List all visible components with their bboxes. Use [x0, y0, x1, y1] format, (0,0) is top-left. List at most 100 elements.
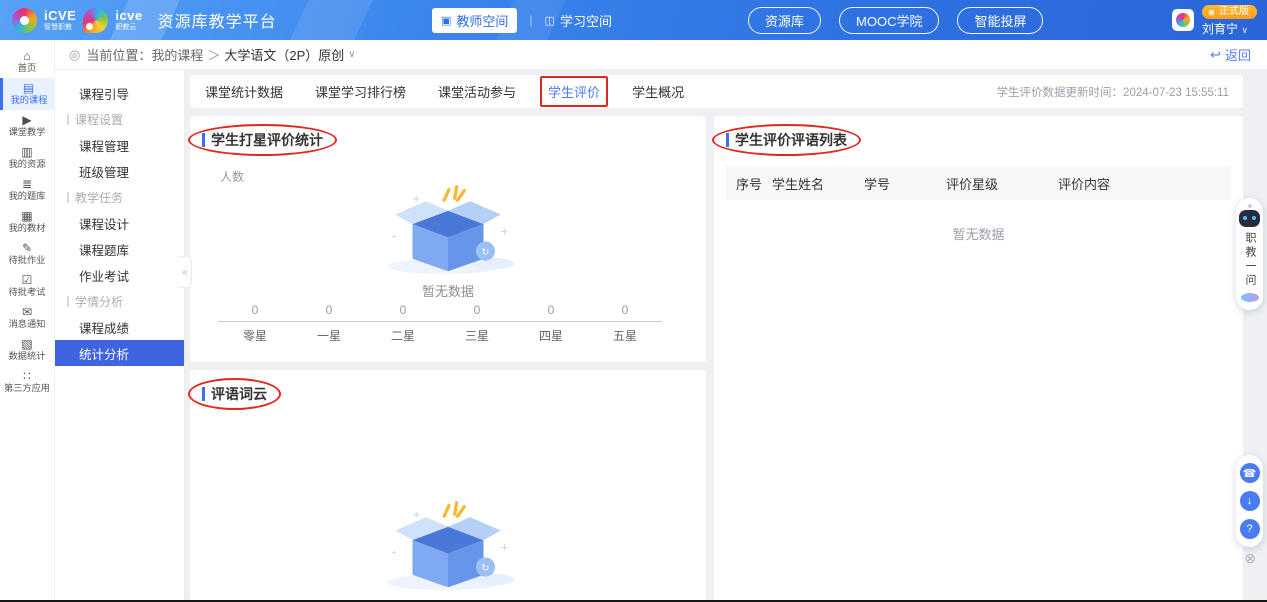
learning-space-button[interactable]: ◫ 学习空间: [545, 11, 612, 30]
teacher-space-button[interactable]: ▣ 教师空间: [432, 8, 517, 33]
sidebar-item-my-question-bank[interactable]: ≣ 我的题库: [0, 174, 54, 206]
sidebar-collapse-button[interactable]: «: [179, 256, 192, 288]
svg-text:+: +: [501, 541, 508, 555]
user-name: 刘育宁: [1202, 22, 1238, 36]
icve-swirl-logo-icon: [12, 8, 37, 33]
star-rating-panel: 学生打星评价统计 人数 ++++↻ 暂无数据 000000 零星一星二星三星四星…: [190, 116, 706, 362]
submenu-item-homework-exam[interactable]: 作业考试: [55, 262, 184, 288]
sidebar-item-my-textbooks[interactable]: ▦我的教材: [0, 206, 54, 238]
learning-space-icon: ◫: [545, 14, 555, 27]
chart-empty-state: ++++↻ 暂无数据: [190, 180, 706, 300]
my-resources-icon: ▥: [21, 146, 32, 158]
submenu-section-label: 学情分析: [75, 293, 123, 310]
course-dropdown-chevron-icon[interactable]: ∨: [348, 49, 355, 60]
pending-exams-icon: ☑: [22, 274, 33, 286]
axis-tick-label: 三星: [440, 322, 514, 344]
download-button[interactable]: ↓: [1240, 491, 1260, 511]
sidebar-item-label: 我的资源: [9, 160, 46, 169]
section-bar: [67, 296, 69, 307]
breadcrumb-current-course[interactable]: 大学语文（2P）原创: [224, 45, 344, 64]
table-empty-text: 暂无数据: [714, 224, 1243, 243]
axis-tick-label: 零星: [218, 322, 292, 344]
customer-service-button[interactable]: ☎: [1240, 463, 1260, 483]
section-bar: [67, 114, 69, 125]
submenu-item-course-design[interactable]: 课程设计: [55, 210, 184, 236]
close-float-button[interactable]: ⊗: [1244, 551, 1256, 565]
breadcrumb-prefix: 当前位置：: [86, 45, 151, 64]
submenu-section-teaching-tasks: 教学任务: [55, 184, 184, 210]
submenu-item-course-grades[interactable]: 课程成绩: [55, 314, 184, 340]
tab-bar: 课堂统计数据课堂学习排行榜课堂活动参与学生评价学生概况 学生评价数据更新时间：2…: [190, 75, 1243, 108]
app-header: iCVE 智慧职教 icve 职教云 资源库教学平台 ▣ 教师空间 | ◫ 学习…: [0, 0, 1267, 40]
tab-class-activity-participation[interactable]: 课堂活动参与: [437, 80, 517, 103]
help-button[interactable]: ?: [1240, 519, 1260, 539]
mooc-academy-button[interactable]: MOOC学院: [839, 7, 939, 34]
axis-tick-label: 二星: [366, 322, 440, 344]
svg-text:+: +: [412, 508, 419, 522]
version-badge-label: 正式版: [1219, 7, 1249, 17]
back-button[interactable]: ↩ 返回: [1210, 45, 1251, 64]
sidebar-item-label: 首页: [18, 64, 36, 73]
sidebar-item-my-resources[interactable]: ▥ 我的资源: [0, 142, 54, 174]
axis-value: 0: [514, 303, 588, 321]
submenu-section-label: 教学任务: [75, 189, 123, 206]
my-courses-icon: ▤: [23, 82, 34, 94]
axis-value: 0: [292, 303, 366, 321]
empty-box-illustration: ++++↻: [373, 180, 523, 281]
sidebar-item-data-statistics[interactable]: ▧数据统计: [0, 334, 54, 366]
sidebar-item-label: 数据统计: [9, 352, 46, 361]
submenu-item-course-management[interactable]: 课程管理: [55, 132, 184, 158]
zjy-shell-logo-icon: [83, 8, 108, 33]
axis-value: 0: [440, 303, 514, 321]
sidebar-item-third-party-apps[interactable]: ∷第三方应用: [0, 366, 54, 398]
tab-class-statistics[interactable]: 课堂统计数据: [204, 80, 284, 103]
nav-divider: |: [529, 13, 532, 27]
tab-class-learning-ranking[interactable]: 课堂学习排行榜: [314, 80, 407, 103]
sidebar-item-notifications[interactable]: ✉消息通知: [0, 302, 54, 334]
submenu-item-class-management[interactable]: 班级管理: [55, 158, 184, 184]
sidebar-item-my-courses[interactable]: ▤我的课程: [0, 78, 54, 110]
wordcloud-empty-state: ++++↻ 暂无数据: [190, 496, 706, 602]
svg-text:+: +: [391, 548, 397, 559]
my-question-bank-icon: ≣: [22, 178, 32, 190]
classroom-teaching-icon: ▶: [22, 114, 31, 126]
submenu-section-label: 课程设置: [75, 111, 123, 128]
user-area[interactable]: 正式版 刘育宁 ∨: [1172, 0, 1257, 40]
sidebar-item-pending-exams[interactable]: ☑ 待批考试: [0, 270, 54, 302]
sidebar-item-label: 待批作业: [9, 256, 46, 265]
resource-library-button[interactable]: 资源库: [748, 7, 821, 34]
axis-value: 0: [588, 303, 662, 321]
chart-empty-text: 暂无数据: [422, 281, 474, 300]
sidebar-item-label: 待批考试: [9, 288, 46, 297]
ai-assistant-button[interactable]: 职教一问: [1236, 198, 1263, 310]
help-icon: ?: [1246, 523, 1252, 535]
assistant-label: 职教一问: [1244, 232, 1255, 288]
submenu-item-course-guide[interactable]: 课程引导: [55, 80, 184, 106]
platform-title: 资源库教学平台: [158, 8, 277, 32]
empty-box-svg: ++++↻: [373, 180, 523, 276]
brand1-sub: 智慧职教: [44, 24, 76, 31]
breadcrumb-parent[interactable]: 我的课程: [151, 45, 203, 64]
sidebar-item-label: 我的题库: [9, 192, 46, 201]
column-header: 评价内容: [1058, 174, 1231, 193]
submenu-item-course-question-bank[interactable]: 课程题库: [55, 236, 184, 262]
axis-tick-label: 四星: [514, 322, 588, 344]
smart-screencast-button[interactable]: 智能投屏: [957, 7, 1043, 34]
sidebar-item-classroom-teaching[interactable]: ▶课堂教学: [0, 110, 54, 142]
tab-student-evaluation[interactable]: 学生评价: [547, 80, 601, 103]
user-menu[interactable]: 刘育宁 ∨: [1202, 23, 1248, 35]
column-header: 学生姓名: [772, 174, 864, 193]
svg-text:↻: ↻: [481, 563, 489, 574]
comments-panel-title-text: 学生评价评语列表: [735, 130, 847, 150]
home-icon: ⌂: [23, 50, 30, 62]
tab-student-overview[interactable]: 学生概况: [631, 80, 685, 103]
sidebar-item-home[interactable]: ⌂ 首页: [0, 46, 54, 78]
customer-service-icon: ☎: [1243, 467, 1257, 480]
notifications-icon: ✉: [22, 306, 32, 318]
header-pills: 资源库 MOOC学院智能投屏: [748, 0, 1043, 40]
submenu-item-statistics-analysis[interactable]: 统计分析: [55, 340, 184, 366]
section-bar: [67, 192, 69, 203]
sidebar-item-pending-homework[interactable]: ✎待批作业: [0, 238, 54, 270]
brand2-name: icve: [115, 9, 142, 22]
title-bar-accent: [726, 133, 729, 147]
